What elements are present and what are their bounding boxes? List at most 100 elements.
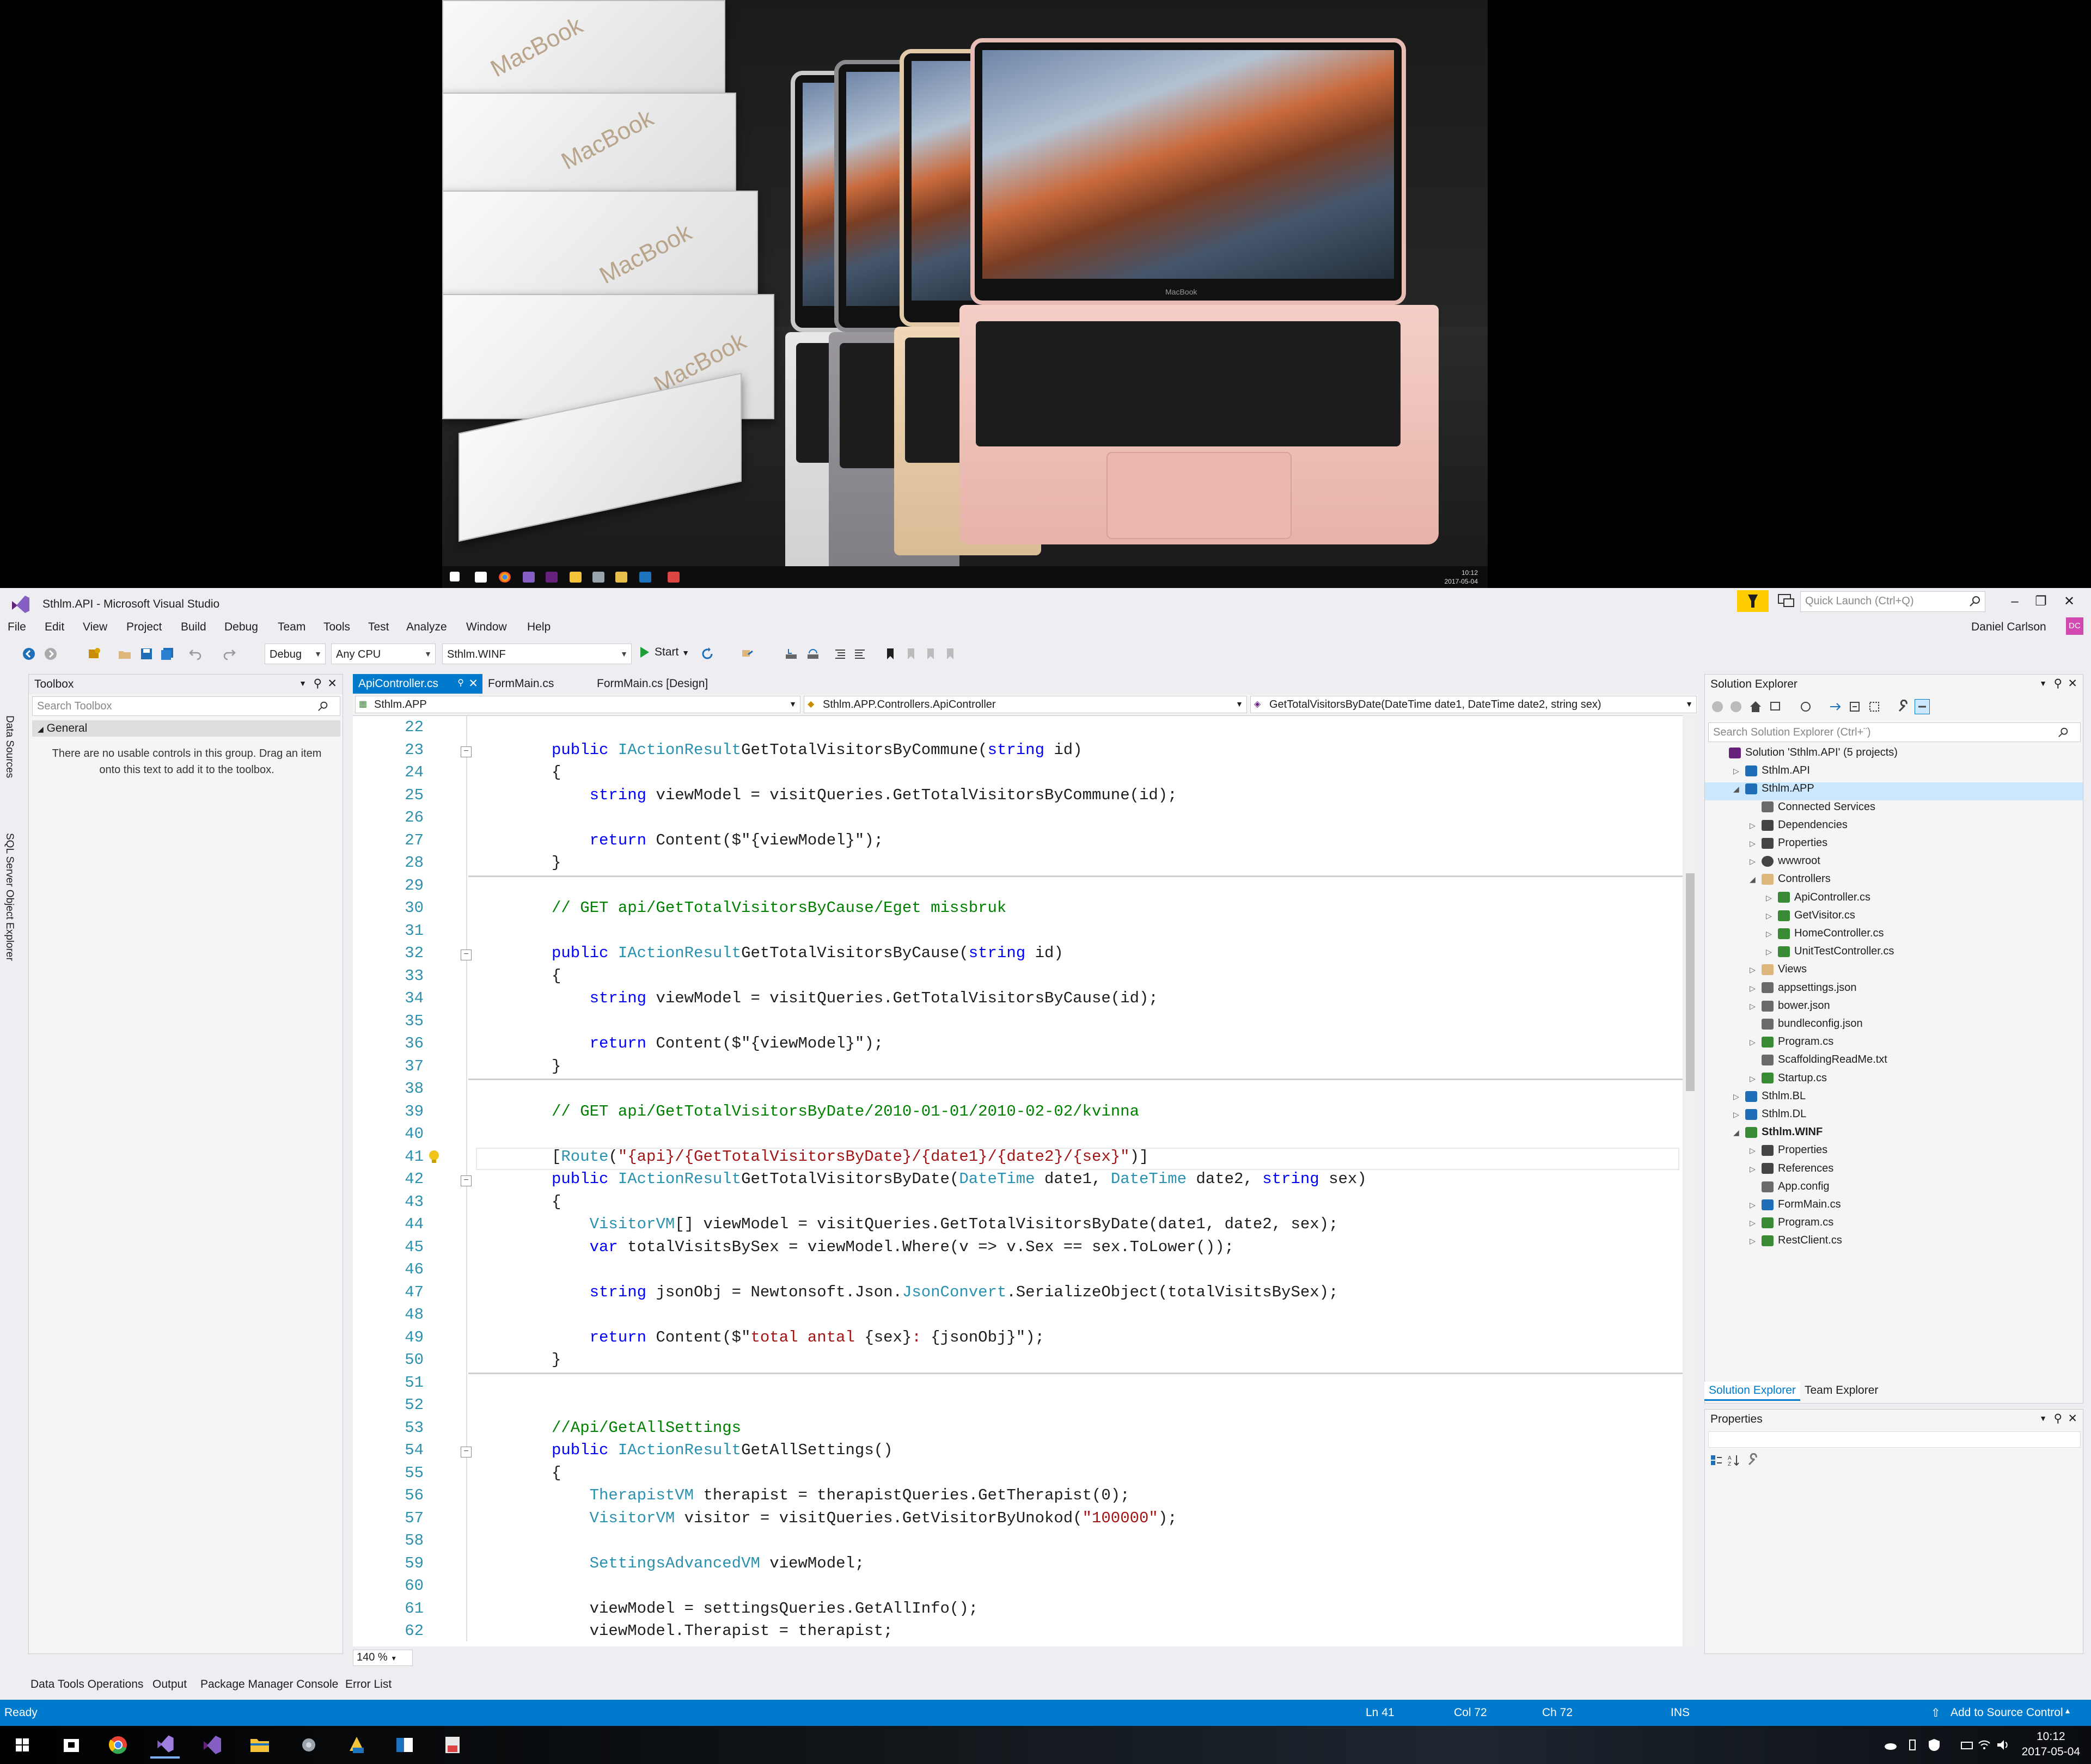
menu-view[interactable]: View bbox=[83, 621, 107, 634]
minimize-button[interactable]: – bbox=[2004, 593, 2026, 610]
tree-item[interactable]: ▷ Sthlm.DL bbox=[1733, 1108, 1806, 1126]
code-line[interactable]: 61 viewModel = settingsQueries.GetAllInf… bbox=[353, 1600, 1682, 1622]
tab-team-explorer[interactable]: Team Explorer bbox=[1800, 1382, 1882, 1399]
tab-error-list[interactable]: Error List bbox=[345, 1678, 392, 1691]
code-line[interactable]: 56 TherapistVM therapist = therapistQuer… bbox=[353, 1486, 1682, 1509]
store-icon[interactable] bbox=[57, 1731, 86, 1759]
tree-item[interactable]: ▷ bower.json bbox=[1750, 1000, 1830, 1018]
forward-icon[interactable] bbox=[44, 647, 58, 661]
tab-apicontroller[interactable]: ApiController.cs ⚲ ✕ bbox=[353, 674, 482, 694]
code-line[interactable]: 54 public IActionResultGetAllSettings() − bbox=[353, 1441, 1682, 1463]
expander-icon[interactable]: ▷ bbox=[1750, 857, 1762, 866]
code-line[interactable]: 36 return Content($"{viewModel}"); bbox=[353, 1034, 1682, 1057]
tree-item[interactable]: ▷ Views bbox=[1750, 963, 1807, 981]
code-line[interactable]: 33 { bbox=[353, 967, 1682, 989]
menu-edit[interactable]: Edit bbox=[45, 621, 64, 634]
close-button[interactable]: ✕ bbox=[2058, 593, 2080, 610]
alphabetical-icon[interactable]: AZ bbox=[1727, 1453, 1741, 1467]
toolbox-search-input[interactable]: Search Toolbox bbox=[32, 696, 340, 716]
collapse-outline-icon[interactable]: − bbox=[461, 1175, 472, 1186]
code-line[interactable]: 42 public IActionResultGetTotalVisitorsBy… bbox=[353, 1170, 1682, 1192]
tree-item[interactable]: ▷ RestClient.cs bbox=[1750, 1234, 1842, 1252]
tree-item[interactable]: ▷ Sthlm.BL bbox=[1733, 1090, 1806, 1108]
code-line[interactable]: 43 { bbox=[353, 1193, 1682, 1215]
tree-item[interactable]: ▷ wwwroot bbox=[1750, 855, 1820, 873]
menu-tools[interactable]: Tools bbox=[323, 621, 350, 634]
collapse-outline-icon[interactable]: − bbox=[461, 950, 472, 960]
code-line[interactable]: 37} bbox=[353, 1057, 1682, 1080]
collapse-outline-icon[interactable]: − bbox=[461, 746, 472, 757]
battery-icon[interactable] bbox=[1905, 1738, 1920, 1752]
expander-icon[interactable]: ▷ bbox=[1750, 1200, 1762, 1210]
show-all-files-icon[interactable] bbox=[1867, 700, 1881, 714]
code-line[interactable]: 30 // GET api/GetTotalVisitorsByCause/Ege… bbox=[353, 899, 1682, 921]
tree-item[interactable]: ◢ Controllers bbox=[1750, 873, 1831, 891]
tree-item[interactable]: App.config bbox=[1750, 1180, 1830, 1198]
chevron-up-icon[interactable]: ▲ bbox=[2064, 1706, 2071, 1715]
tree-item[interactable]: ▷ ApiController.cs bbox=[1766, 891, 1870, 909]
code-line[interactable]: 22 bbox=[353, 718, 1682, 740]
preview-selected-items-icon[interactable] bbox=[1915, 699, 1930, 714]
menu-file[interactable]: File bbox=[8, 621, 26, 634]
code-line[interactable]: 60 bbox=[353, 1577, 1682, 1599]
tab-data-tools-operations[interactable]: Data Tools Operations bbox=[30, 1678, 143, 1691]
menu-window[interactable]: Window bbox=[466, 621, 507, 634]
refresh-icon[interactable] bbox=[700, 647, 714, 661]
code-line[interactable]: 52 bbox=[353, 1396, 1682, 1418]
start-debugging-button[interactable]: Start ▼ bbox=[640, 646, 689, 659]
code-line[interactable]: 41 [Route("{api}/{GetTotalVisitorsByDate}… bbox=[353, 1148, 1682, 1170]
tree-item[interactable]: ▷ GetVisitor.cs bbox=[1766, 909, 1855, 927]
app-icon[interactable] bbox=[342, 1731, 371, 1759]
menu-debug[interactable]: Debug bbox=[224, 621, 258, 634]
editor-vertical-scrollbar[interactable] bbox=[1683, 715, 1698, 1646]
restore-button[interactable]: ❐ bbox=[2030, 593, 2052, 610]
expander-icon[interactable]: ▷ bbox=[1766, 947, 1778, 957]
solution-explorer-search-input[interactable]: Search Solution Explorer (Ctrl+¨) bbox=[1708, 722, 2081, 742]
taskbar-clock[interactable]: 10:12 2017-05-04 bbox=[2022, 1729, 2080, 1760]
feedback-icon[interactable] bbox=[1776, 592, 1796, 610]
bookmark-icon[interactable] bbox=[883, 647, 897, 661]
tree-item[interactable]: ▷ Sthlm.API bbox=[1733, 764, 1810, 782]
solution-configuration-select[interactable]: Debug ▼ bbox=[265, 644, 326, 664]
code-line[interactable]: 38 bbox=[353, 1080, 1682, 1102]
home-icon[interactable] bbox=[1748, 700, 1763, 714]
tab-output[interactable]: Output bbox=[152, 1678, 187, 1691]
open-file-icon[interactable] bbox=[118, 647, 132, 661]
file-explorer-icon[interactable] bbox=[245, 1731, 274, 1759]
code-line[interactable]: 44 VisitorVM[] viewModel = visitQueries.… bbox=[353, 1215, 1682, 1238]
collapse-outline-icon[interactable]: − bbox=[461, 1447, 472, 1457]
tree-item[interactable]: ▷ Dependencies bbox=[1750, 819, 1848, 837]
expander-icon[interactable]: ▷ bbox=[1766, 911, 1778, 921]
expander-icon[interactable]: ◢ bbox=[1733, 785, 1745, 794]
menu-analyze[interactable]: Analyze bbox=[406, 621, 447, 634]
expander-icon[interactable]: ▷ bbox=[1750, 1218, 1762, 1228]
properties-wrench-icon[interactable] bbox=[1897, 700, 1911, 714]
tree-item[interactable]: Connected Services bbox=[1750, 801, 1875, 819]
code-line[interactable]: 50} bbox=[353, 1351, 1682, 1373]
scrollbar-thumb[interactable] bbox=[1686, 873, 1695, 1091]
pin-icon[interactable]: ⚲ bbox=[2054, 1412, 2062, 1425]
code-line[interactable]: 57 VisitorVM visitor = visitQueries.GetV… bbox=[353, 1509, 1682, 1532]
code-line[interactable]: 53 //Api/GetAllSettings bbox=[353, 1419, 1682, 1441]
browser-link-icon[interactable] bbox=[741, 647, 755, 661]
pin-icon[interactable]: ⚲ bbox=[457, 677, 464, 688]
sync-with-active-document-icon[interactable] bbox=[1828, 700, 1842, 714]
tab-data-sources[interactable]: Data Sources bbox=[3, 715, 15, 778]
expander-icon[interactable]: ▷ bbox=[1733, 1092, 1745, 1101]
code-line[interactable]: 24 { bbox=[353, 763, 1682, 786]
add-to-source-control-button[interactable]: Add to Source Control bbox=[1951, 1706, 2063, 1719]
new-project-icon[interactable] bbox=[87, 647, 101, 661]
expander-icon[interactable]: ▷ bbox=[1750, 1002, 1762, 1011]
tree-item[interactable]: ▷ Program.cs bbox=[1750, 1216, 1833, 1234]
expander-icon[interactable]: ▷ bbox=[1750, 821, 1762, 830]
code-line[interactable]: 34 string viewModel = visitQueries.GetTo… bbox=[353, 989, 1682, 1012]
expander-icon[interactable]: ▷ bbox=[1750, 1074, 1762, 1083]
code-line[interactable]: 32 public IActionResultGetTotalVisitorsBy… bbox=[353, 944, 1682, 966]
avatar[interactable]: DC bbox=[2066, 617, 2083, 635]
code-line[interactable]: 40 bbox=[353, 1125, 1682, 1147]
network-icon[interactable] bbox=[1959, 1738, 1974, 1752]
tab-sql-server-object-explorer[interactable]: SQL Server Object Explorer bbox=[3, 833, 15, 961]
categorized-icon[interactable] bbox=[1709, 1453, 1723, 1467]
app-icon[interactable] bbox=[294, 1731, 323, 1759]
pin-icon[interactable]: ⚲ bbox=[314, 677, 322, 690]
